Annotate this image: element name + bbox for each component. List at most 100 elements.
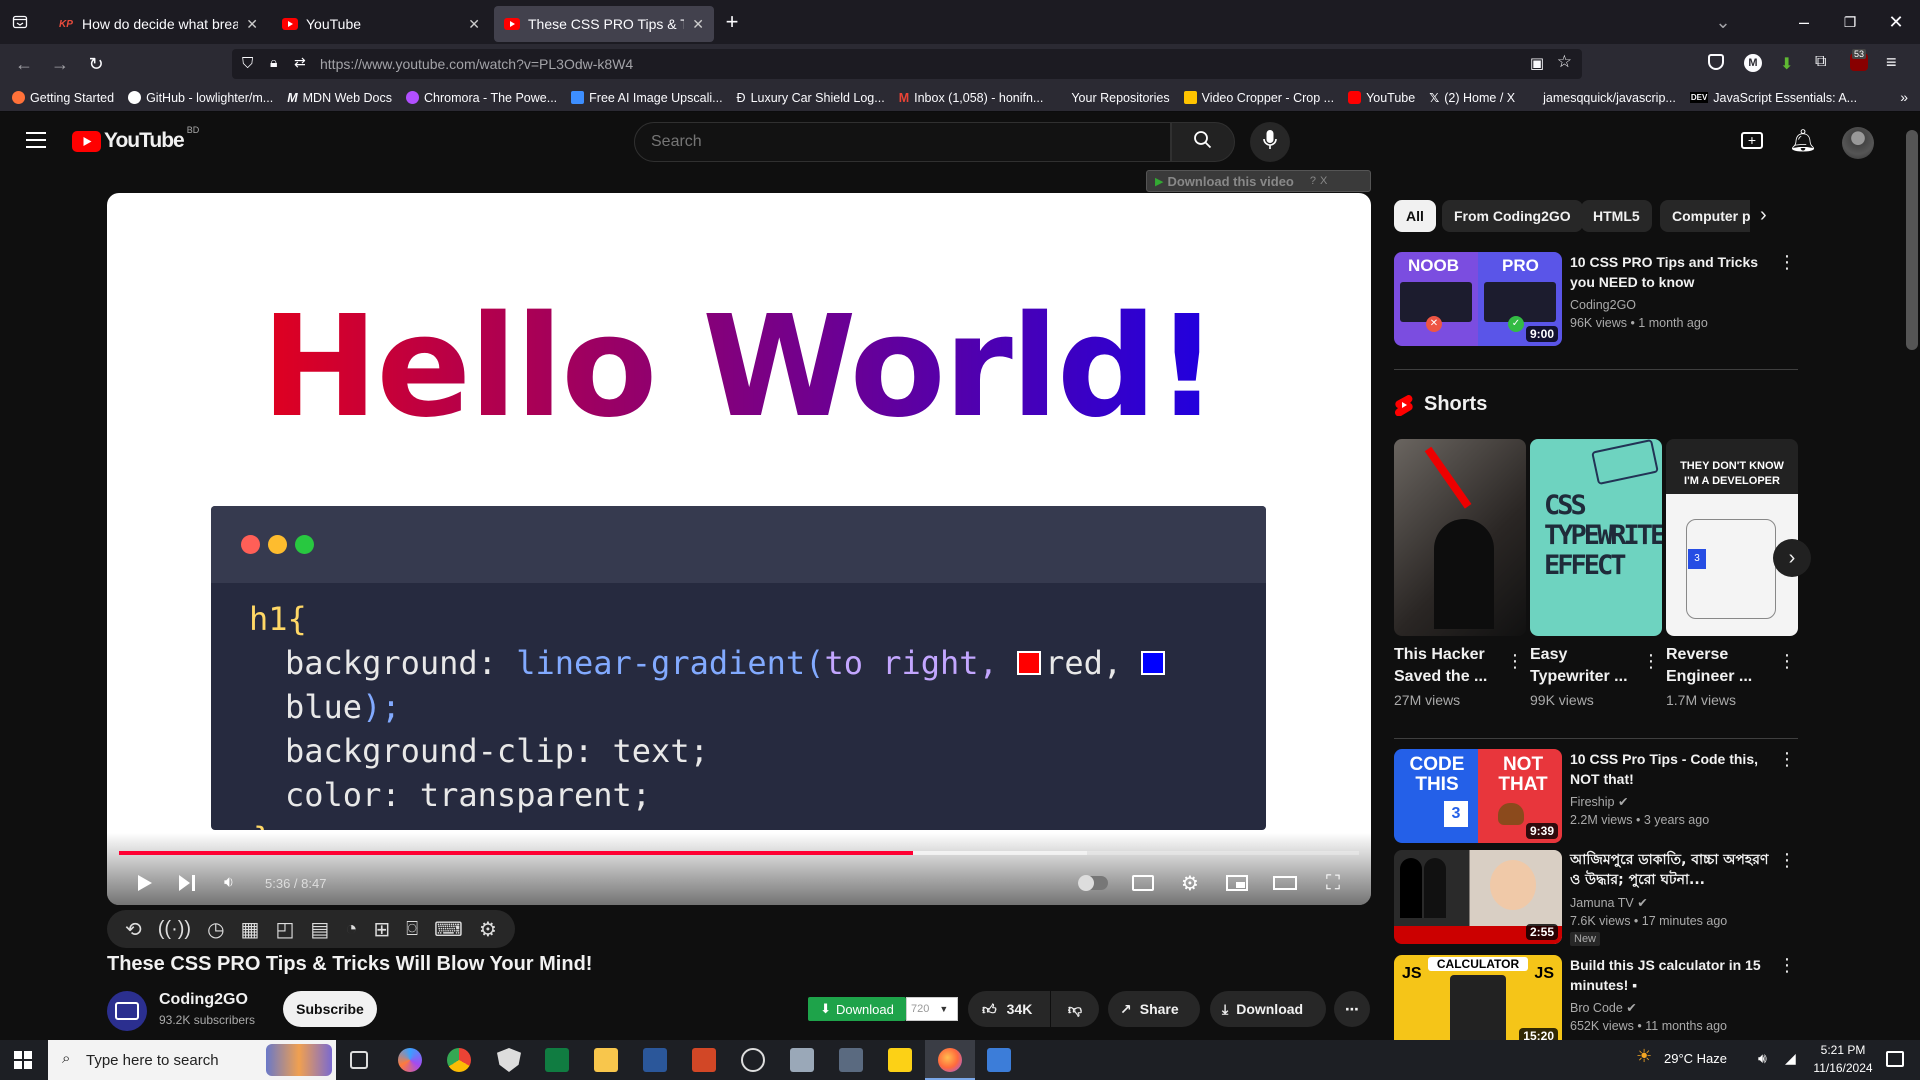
short-item[interactable]: THEY DON'T KNOW I'M A DEVELOPER 3 Revers…	[1666, 439, 1798, 708]
quality-select[interactable]: 720 ▼	[906, 997, 958, 1021]
clock-time[interactable]: 5:21 PM	[1808, 1043, 1878, 1057]
download-extension-icon[interactable]: ⬇	[1780, 54, 1793, 74]
tracking-shield-icon[interactable]: ⛉	[242, 55, 253, 72]
settings-gear-icon[interactable]: ⚙	[1172, 865, 1208, 901]
lock-icon[interactable]: 🔒︎	[270, 54, 277, 71]
bookmark-item[interactable]: Video Cropper - Crop ...	[1183, 91, 1334, 105]
channel-name[interactable]: Fireship ✔	[1570, 793, 1628, 811]
speaker-icon[interactable]: 🔊︎	[1758, 1050, 1767, 1067]
account-icon[interactable]: M	[1744, 54, 1762, 72]
notification-center-icon[interactable]	[1886, 1051, 1904, 1067]
video-player[interactable]: Hello World! h1{ background: linear-grad…	[107, 193, 1371, 905]
related-video[interactable]: CODE THIS NOT THAT 3 9:39 10 CSS Pro Tip…	[1394, 749, 1804, 845]
chip-all[interactable]: All	[1394, 200, 1436, 232]
close-window-icon[interactable]: ✕	[1878, 6, 1914, 38]
pocket-icon[interactable]	[1708, 54, 1724, 70]
loop-icon[interactable]: ⟲	[125, 917, 142, 942]
audio-icon[interactable]: ((·))	[158, 918, 191, 941]
play-button[interactable]	[127, 865, 163, 901]
firefox-icon[interactable]	[938, 1048, 962, 1072]
channel-name[interactable]: Jamuna TV ✔	[1570, 894, 1648, 912]
dislike-button[interactable]: 👎︎	[1051, 991, 1099, 1027]
bookmark-item[interactable]: Getting Started	[12, 91, 114, 105]
picture-icon[interactable]: ▣	[1530, 54, 1544, 72]
bookmark-item[interactable]: Ð Luxury Car Shield Log...	[737, 91, 885, 105]
subtitles-icon[interactable]	[1125, 865, 1161, 901]
ext-download-button[interactable]: ⬇ Download	[808, 997, 906, 1021]
excel-icon[interactable]	[545, 1048, 569, 1072]
taskbar-search[interactable]: ⌕ Type here to search	[48, 1040, 336, 1080]
chrome-icon[interactable]	[447, 1048, 471, 1072]
aspect-icon[interactable]: ◰	[275, 917, 294, 942]
help-icon[interactable]: ?	[1310, 175, 1316, 187]
bookmark-item[interactable]: M MDN Web Docs	[287, 91, 392, 105]
miniplayer-icon[interactable]	[1219, 865, 1255, 901]
bookmark-star-icon[interactable]: ☆	[1557, 52, 1572, 72]
browser-tab[interactable]: KP How do decide what breakpoin ✕	[48, 6, 268, 42]
weather-text[interactable]: 29°C Haze	[1664, 1051, 1727, 1066]
add-icon[interactable]: ⊞	[373, 917, 390, 942]
weather-icon[interactable]: ☀	[1636, 1046, 1652, 1067]
more-vert-icon[interactable]: ⋮	[1778, 651, 1796, 672]
keyboard-icon[interactable]: ⌨	[434, 917, 463, 942]
network-icon[interactable]: ◢	[1785, 1050, 1796, 1067]
film-icon[interactable]: ▦	[241, 917, 260, 942]
next-button[interactable]	[169, 865, 205, 901]
tab-list-icon[interactable]	[0, 6, 40, 38]
camera-icon[interactable]: ⌼	[406, 918, 418, 941]
bookmark-item[interactable]: Your Repositories	[1071, 91, 1169, 105]
close-icon[interactable]: X	[1320, 175, 1327, 187]
more-vert-icon[interactable]: ⋮	[1506, 651, 1524, 672]
extensions-icon[interactable]: ⧉	[1815, 53, 1826, 71]
avatar[interactable]	[1842, 127, 1874, 159]
url-bar[interactable]: ⛉ 🔒︎ ⇄ https://www.youtube.com/watch?v=P…	[232, 49, 1582, 79]
hamburger-menu-icon[interactable]	[26, 132, 46, 148]
back-icon[interactable]: ←	[6, 48, 42, 80]
autoplay-toggle[interactable]	[1075, 865, 1111, 901]
progress-bar[interactable]	[119, 851, 1359, 855]
share-button[interactable]: ↗ Share	[1108, 991, 1200, 1027]
new-tab-icon[interactable]: +	[714, 6, 750, 38]
more-actions-button[interactable]: ⋯	[1334, 991, 1370, 1027]
close-tab-icon[interactable]: ✕	[246, 16, 258, 33]
permissions-icon[interactable]: ⇄	[294, 54, 306, 71]
download-this-video-bar[interactable]: ▶ Download this video ? X	[1146, 170, 1371, 192]
browser-tab[interactable]: YouTube ✕	[272, 6, 490, 42]
bookmark-item[interactable]: M Inbox (1,058) - honifn...	[899, 91, 1044, 105]
channel-name[interactable]: Coding2GO	[1570, 296, 1636, 314]
short-item[interactable]: This Hacker Saved the ... 27M views ⋮	[1394, 439, 1526, 708]
related-video[interactable]: JS JS CALCULATOR 15:20 Build this JS cal…	[1394, 955, 1804, 1051]
app-window-icon[interactable]	[987, 1048, 1011, 1072]
reload-icon[interactable]: ↻	[78, 48, 114, 80]
task-view-icon[interactable]	[350, 1051, 368, 1069]
notifications-bell-icon[interactable]: 🔔︎	[1789, 128, 1817, 154]
like-button[interactable]: 👍︎ 34K	[968, 991, 1050, 1027]
media-player-icon[interactable]	[741, 1048, 765, 1072]
scrollbar-thumb[interactable]	[1906, 130, 1918, 350]
more-vert-icon[interactable]: ⋮	[1778, 252, 1796, 273]
forward-icon[interactable]: →	[42, 48, 78, 80]
menu-icon[interactable]: ≡	[1886, 52, 1897, 73]
settings-icon[interactable]: ⚙	[479, 917, 497, 942]
fullscreen-icon[interactable]: ⛶	[1315, 865, 1351, 901]
more-vert-icon[interactable]: ⋮	[1778, 955, 1796, 976]
bookmark-item[interactable]: DEV JavaScript Essentials: A...	[1689, 91, 1857, 105]
word-icon[interactable]	[643, 1048, 667, 1072]
bookmark-item[interactable]: Chromora - The Powe...	[406, 91, 557, 105]
more-vert-icon[interactable]: ⋮	[1778, 850, 1796, 871]
file-explorer-icon[interactable]	[594, 1048, 618, 1072]
theater-mode-icon[interactable]	[1267, 865, 1303, 901]
sticky-notes-icon[interactable]	[888, 1048, 912, 1072]
bookmark-item[interactable]: 𝕏 (2) Home / X	[1429, 90, 1515, 106]
channel-name[interactable]: Bro Code ✔	[1570, 999, 1637, 1017]
download-button[interactable]: ⤓ Download	[1210, 991, 1326, 1027]
cinema-icon[interactable]: ▤	[310, 917, 329, 942]
copilot-icon[interactable]	[398, 1048, 422, 1072]
close-tab-icon[interactable]: ✕	[692, 16, 704, 33]
search-input[interactable]	[634, 122, 1171, 162]
shorts-next-button[interactable]: ›	[1773, 539, 1811, 577]
close-tab-icon[interactable]: ✕	[468, 16, 480, 33]
clock-date[interactable]: 11/16/2024	[1808, 1061, 1878, 1075]
short-item[interactable]: CSS TYPEWRITER EFFECT Easy Typewriter ..…	[1530, 439, 1662, 708]
app-icon[interactable]	[790, 1048, 814, 1072]
